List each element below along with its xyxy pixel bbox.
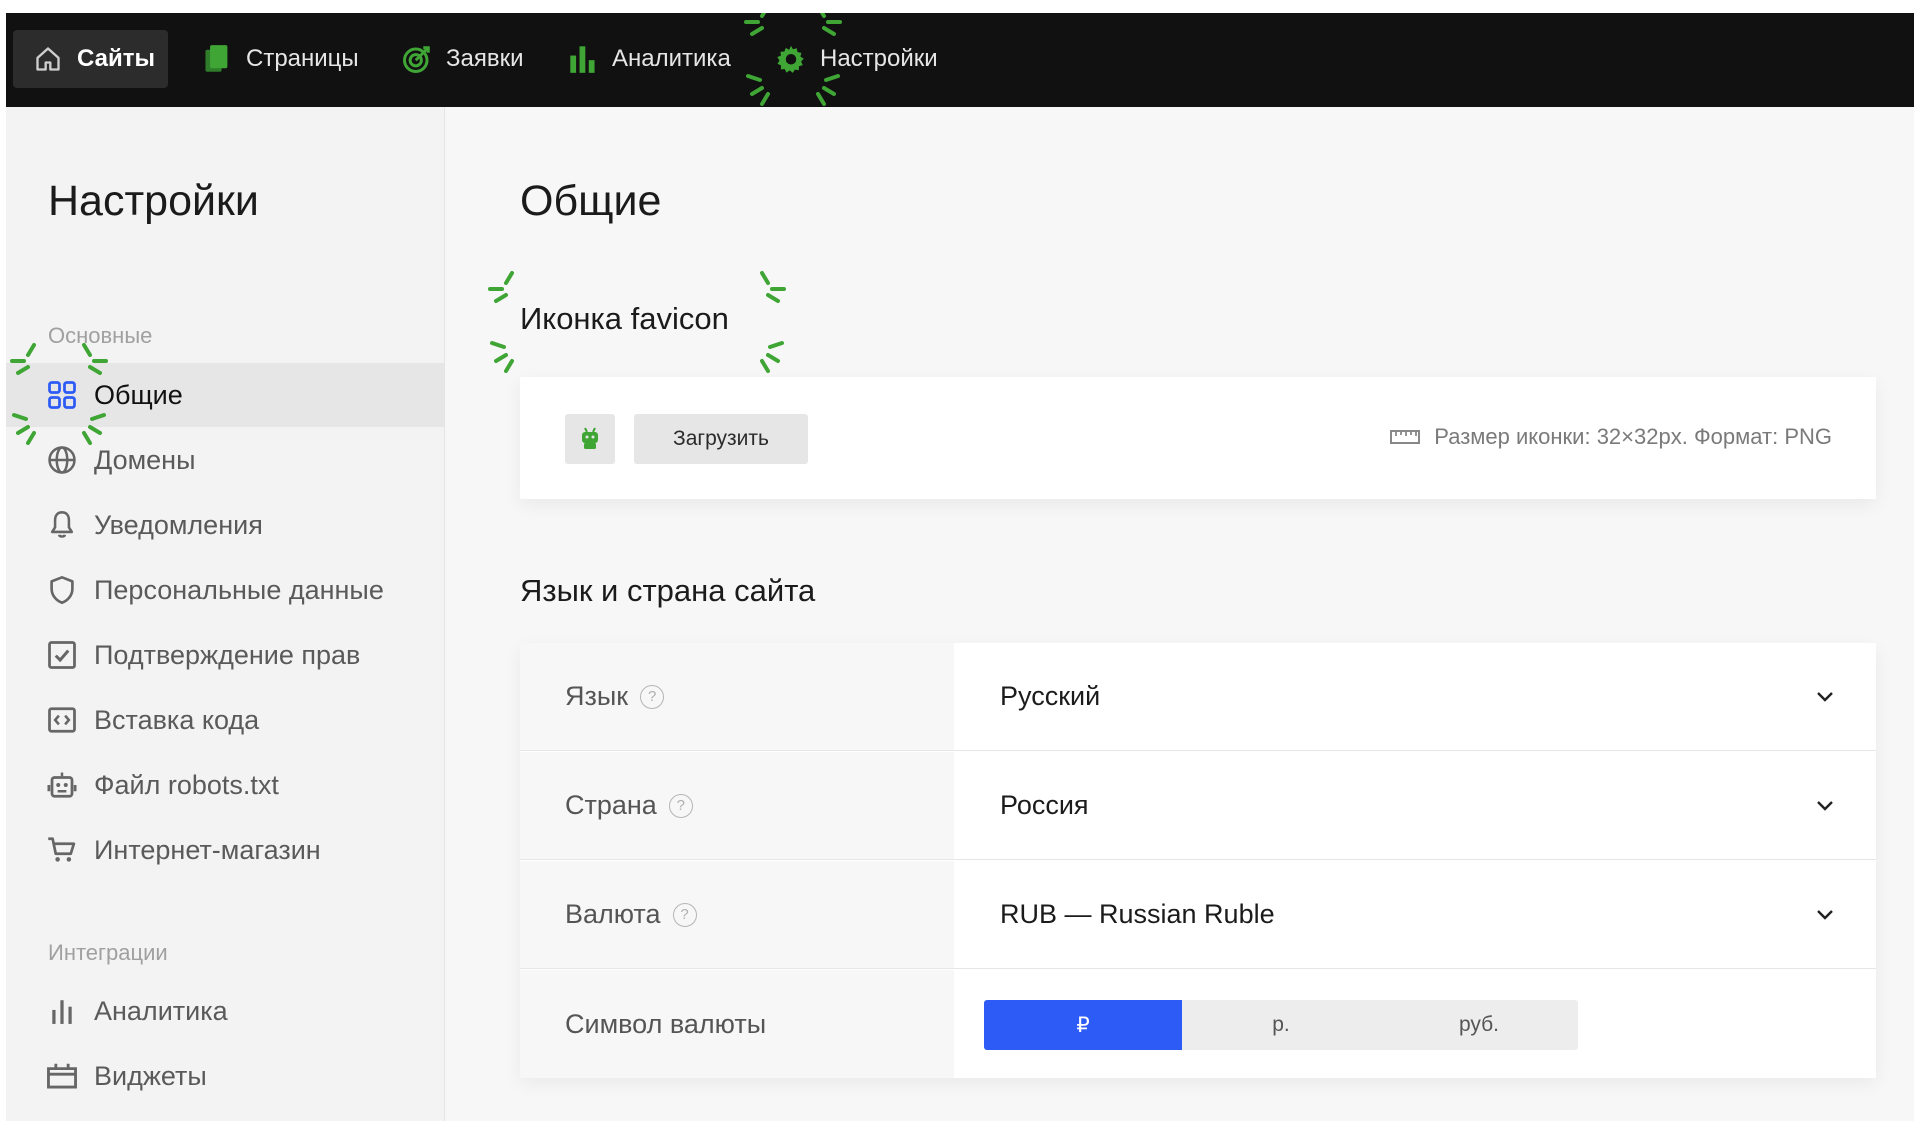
nav-pages[interactable]: Страницы xyxy=(202,30,359,88)
nav-sites[interactable]: Сайты xyxy=(13,30,168,88)
country-value: Россия xyxy=(1000,790,1089,820)
target-icon xyxy=(402,44,432,74)
shield-icon xyxy=(46,574,78,606)
sidebar-item-label: Виджеты xyxy=(94,1060,207,1091)
sidebar-item-notifications[interactable]: Уведомления xyxy=(6,493,444,557)
sidebar-item-personal-data[interactable]: Персональные данные xyxy=(6,558,444,622)
widget-icon xyxy=(46,1060,78,1092)
nav-requests[interactable]: Заявки xyxy=(402,30,524,88)
nav-analytics[interactable]: Аналитика xyxy=(568,30,731,88)
language-select[interactable]: Русский xyxy=(954,643,1876,750)
grid-icon xyxy=(46,379,78,411)
sidebar-item-robots[interactable]: Файл robots.txt xyxy=(6,753,444,817)
sidebar-item-label: Общие xyxy=(94,379,183,410)
language-heading: Язык и страна сайта xyxy=(520,573,816,608)
favicon-hint-text: Размер иконки: 32×32px. Формат: PNG xyxy=(1434,424,1832,449)
help-icon[interactable]: ? xyxy=(668,793,693,818)
country-select[interactable]: Россия xyxy=(954,752,1876,859)
chevron-down-icon xyxy=(1816,909,1834,921)
favicon-card: Загрузить Размер иконки: 32×32px. Формат… xyxy=(520,377,1876,499)
currency-symbol-toggle: ₽ р. руб. xyxy=(984,1000,1578,1050)
sidebar-item-analytics[interactable]: Аналитика xyxy=(6,979,444,1043)
favicon-heading: Иконка favicon xyxy=(520,301,729,336)
help-icon[interactable]: ? xyxy=(672,902,697,927)
home-icon xyxy=(33,44,63,74)
nav-sites-label: Сайты xyxy=(77,45,155,72)
favicon-robot-icon xyxy=(582,427,598,449)
top-navigation: Сайты Страницы Заявки Аналитика Настройк… xyxy=(6,13,1914,107)
language-row: Язык ? Русский xyxy=(520,643,1876,751)
language-card: Язык ? Русский Страна ? Россия Валюта ? … xyxy=(520,643,1876,1078)
bar-chart-icon xyxy=(46,995,78,1027)
page-title: Общие xyxy=(520,177,662,225)
sidebar-item-label: Аналитика xyxy=(94,995,228,1026)
nav-pages-label: Страницы xyxy=(246,45,359,72)
bar-chart-icon xyxy=(568,44,598,74)
country-label: Страна xyxy=(565,790,657,820)
upload-button[interactable]: Загрузить xyxy=(634,414,808,464)
row-label: Язык ? xyxy=(520,643,954,750)
sidebar-item-ownership[interactable]: Подтверждение прав xyxy=(6,623,444,687)
favicon-preview xyxy=(565,414,615,464)
checkbox-icon xyxy=(46,639,78,671)
nav-settings-label: Настройки xyxy=(820,45,938,72)
row-label: Валюта ? xyxy=(520,861,954,968)
sidebar-item-label: Файл robots.txt xyxy=(94,769,279,800)
currency-symbol-option-rub-sign[interactable]: ₽ xyxy=(984,1000,1182,1050)
currency-symbol-row: Символ валюты ₽ р. руб. xyxy=(520,970,1876,1078)
ruler-icon xyxy=(1390,427,1421,447)
section-label-basic: Основные xyxy=(48,323,153,348)
globe-icon xyxy=(46,444,78,476)
code-icon xyxy=(46,704,78,736)
sidebar-item-widgets[interactable]: Виджеты xyxy=(6,1044,444,1108)
chevron-down-icon xyxy=(1816,800,1834,812)
sidebar-item-code-insert[interactable]: Вставка кода xyxy=(6,688,444,752)
row-label: Символ валюты xyxy=(520,970,954,1078)
currency-row: Валюта ? RUB — Russian Ruble xyxy=(520,861,1876,969)
sidebar-item-shop[interactable]: Интернет-магазин xyxy=(6,818,444,882)
sidebar-item-general[interactable]: Общие xyxy=(6,363,444,427)
gear-icon xyxy=(776,44,806,74)
sidebar-item-label: Интернет-магазин xyxy=(94,834,321,865)
currency-select[interactable]: RUB — Russian Ruble xyxy=(954,861,1876,968)
sidebar-title: Настройки xyxy=(48,177,259,225)
chevron-down-icon xyxy=(1816,691,1834,703)
app-window: Сайты Страницы Заявки Аналитика Настройк… xyxy=(6,13,1914,1121)
country-row: Страна ? Россия xyxy=(520,752,1876,860)
row-label: Страна ? xyxy=(520,752,954,859)
robot-icon xyxy=(46,769,78,801)
favicon-hint: Размер иконки: 32×32px. Формат: PNG xyxy=(1390,424,1832,450)
nav-requests-label: Заявки xyxy=(446,45,524,72)
sidebar-item-label: Уведомления xyxy=(94,509,263,540)
sidebar-item-label: Персональные данные xyxy=(94,574,384,605)
nav-analytics-label: Аналитика xyxy=(612,45,731,72)
language-value: Русский xyxy=(1000,681,1101,711)
currency-symbol-label: Символ валюты xyxy=(565,1008,767,1039)
sidebar-item-label: Подтверждение прав xyxy=(94,639,361,670)
currency-value: RUB — Russian Ruble xyxy=(1000,899,1275,929)
sidebar-item-label: Вставка кода xyxy=(94,704,260,735)
currency-symbol-cell: ₽ р. руб. xyxy=(954,970,1876,1078)
bell-icon xyxy=(46,509,78,541)
currency-label: Валюта xyxy=(565,899,661,929)
settings-sidebar: Настройки Основные Общие Домены Уведомле… xyxy=(6,107,445,1121)
language-label: Язык xyxy=(565,681,629,711)
cart-icon xyxy=(46,834,78,866)
sidebar-item-label: Домены xyxy=(94,444,196,475)
nav-settings[interactable]: Настройки xyxy=(776,30,938,88)
help-icon[interactable]: ? xyxy=(640,684,665,709)
currency-symbol-option-rub[interactable]: руб. xyxy=(1380,1000,1578,1050)
sidebar-item-domains[interactable]: Домены xyxy=(6,428,444,492)
section-label-integrations: Интеграции xyxy=(48,940,168,965)
currency-symbol-option-r[interactable]: р. xyxy=(1182,1000,1380,1050)
pages-icon xyxy=(202,44,232,74)
